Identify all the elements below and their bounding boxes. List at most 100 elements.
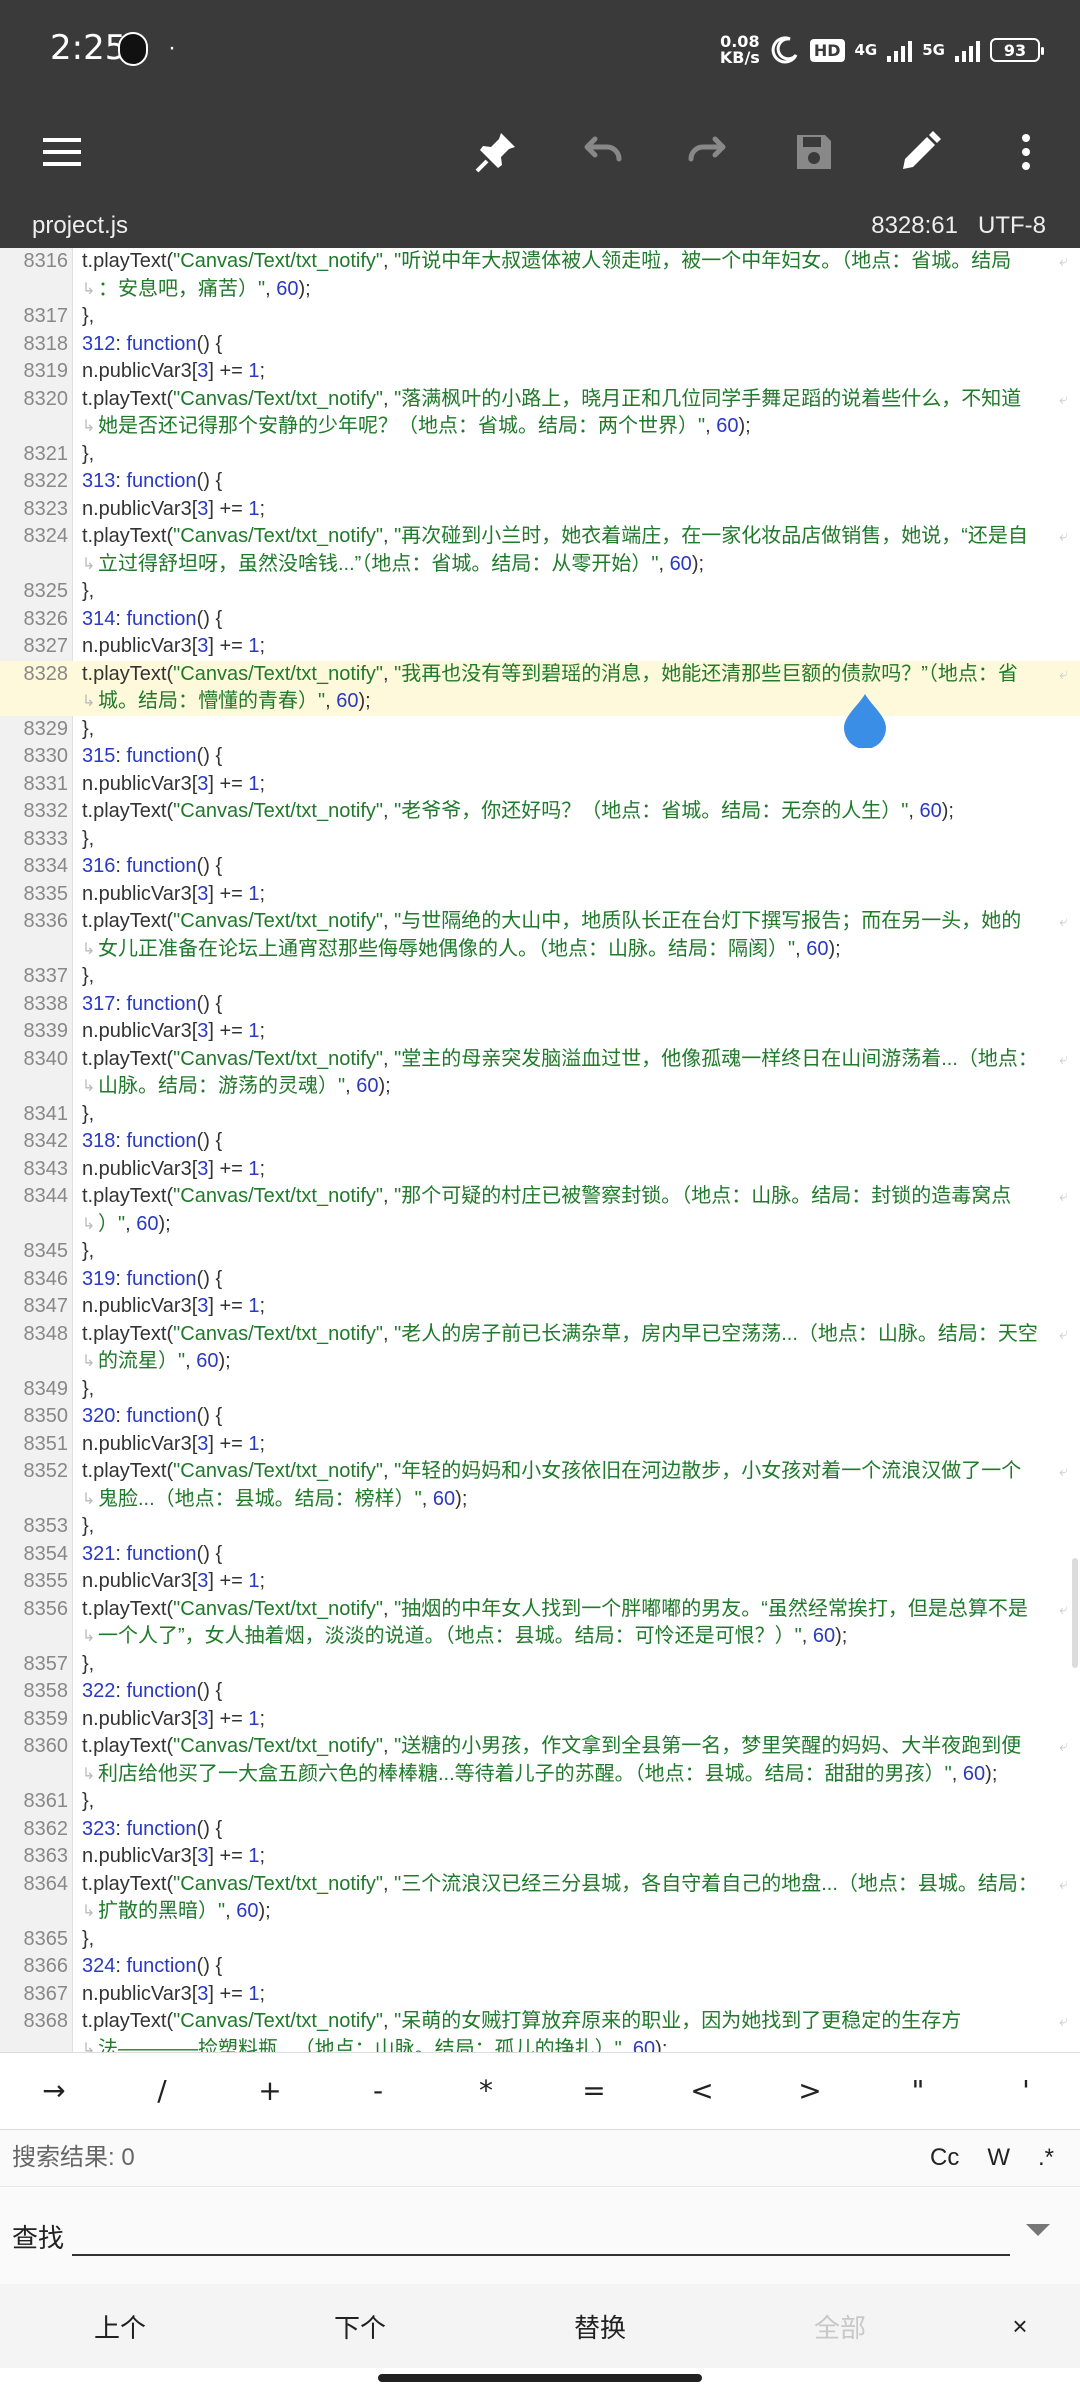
regex-toggle[interactable]: .* [1038, 2130, 1054, 2186]
code-line[interactable]: 8346 319: function() { [0, 1266, 1080, 1294]
code-line[interactable]: 8364 t.playText("Canvas/Text/txt_notify",… [0, 1871, 1080, 1899]
code-line[interactable]: 8349}, [0, 1376, 1080, 1404]
symbol-key[interactable]: + [216, 2053, 324, 2129]
code-line[interactable]: 8323 n.publicVar3[3] += 1; [0, 496, 1080, 524]
code-line[interactable]: 8353}, [0, 1513, 1080, 1541]
symbol-key[interactable]: ' [972, 2053, 1080, 2129]
code-line[interactable]: 8322 313: function() { [0, 468, 1080, 496]
symbol-key[interactable]: > [756, 2053, 864, 2129]
code-line[interactable]: 8351 n.publicVar3[3] += 1; [0, 1431, 1080, 1459]
editor-toolbar [0, 100, 1080, 204]
code-line[interactable]: 8334 316: function() { [0, 853, 1080, 881]
prev-button[interactable]: 上个 [0, 2308, 240, 2345]
file-name[interactable]: project.js [32, 204, 128, 248]
replace-button[interactable]: 替换 [480, 2308, 720, 2345]
code-line[interactable]: 8357}, [0, 1651, 1080, 1679]
code-line[interactable]: 8318 312: function() { [0, 331, 1080, 359]
code-line[interactable]: 8343 n.publicVar3[3] += 1; [0, 1156, 1080, 1184]
code-line[interactable]: 8317}, [0, 303, 1080, 331]
symbol-key[interactable]: < [648, 2053, 756, 2129]
code-line[interactable]: 8348 t.playText("Canvas/Text/txt_notify",… [0, 1321, 1080, 1349]
code-line[interactable]: 8327 n.publicVar3[3] += 1; [0, 633, 1080, 661]
code-editor[interactable]: 8316 t.playText("Canvas/Text/txt_notify",… [0, 248, 1080, 2052]
whole-word-toggle[interactable]: W [987, 2130, 1010, 2186]
code-line[interactable]: 8329}, [0, 716, 1080, 744]
code-line[interactable]: ↳ 的流星）", 60); [0, 1348, 1080, 1376]
code-line[interactable]: 8352 t.playText("Canvas/Text/txt_notify",… [0, 1458, 1080, 1486]
code-line[interactable]: 8320 t.playText("Canvas/Text/txt_notify",… [0, 386, 1080, 414]
code-line[interactable]: 8350 320: function() { [0, 1403, 1080, 1431]
code-line[interactable]: 8347 n.publicVar3[3] += 1; [0, 1293, 1080, 1321]
text-cursor-handle[interactable] [842, 692, 888, 748]
undo-button[interactable] [572, 122, 632, 182]
code-line[interactable]: 8345}, [0, 1238, 1080, 1266]
code-line[interactable]: ↳ 利店给他买了一大盒五颜六色的棒棒糖...等待着儿子的苏醒。（地点：县城。结局：… [0, 1761, 1080, 1789]
code-line[interactable]: 8324 t.playText("Canvas/Text/txt_notify",… [0, 523, 1080, 551]
code-line[interactable]: 8340 t.playText("Canvas/Text/txt_notify",… [0, 1046, 1080, 1074]
find-input[interactable] [72, 2208, 1010, 2256]
code-line[interactable]: 8336 t.playText("Canvas/Text/txt_notify",… [0, 908, 1080, 936]
code-line[interactable]: 8367 n.publicVar3[3] += 1; [0, 1981, 1080, 2009]
symbol-key[interactable]: - [324, 2053, 432, 2129]
code-number: 1 [248, 772, 260, 795]
code-op: ] += [208, 497, 249, 520]
code-line[interactable]: 8337}, [0, 963, 1080, 991]
pin-button[interactable] [466, 122, 526, 182]
code-line[interactable]: 8363 n.publicVar3[3] += 1; [0, 1843, 1080, 1871]
redo-button[interactable] [678, 122, 738, 182]
code-line[interactable]: ↳ 法————捡塑料瓶...（地点：山脉。结局：孤儿的挣扎）", 60); [0, 2036, 1080, 2053]
code-line[interactable]: 8325}, [0, 578, 1080, 606]
code-line[interactable]: 8355 n.publicVar3[3] += 1; [0, 1568, 1080, 1596]
code-line[interactable]: 8316 t.playText("Canvas/Text/txt_notify",… [0, 248, 1080, 276]
code-line[interactable]: 8366 324: function() { [0, 1953, 1080, 1981]
code-line[interactable]: ↳ 她是否还记得那个安静的少年呢？（地点：省城。结局：两个世界）", 60); [0, 413, 1080, 441]
code-line[interactable]: ↳ 山脉。结局：游荡的灵魂）", 60); [0, 1073, 1080, 1101]
code-line[interactable]: ↳ 一个人了”，女人抽着烟，淡淡的说道。（地点：县城。结局：可怜还是可恨？）", … [0, 1623, 1080, 1651]
more-button[interactable] [996, 122, 1056, 182]
code-line[interactable]: ↳ 城。结局：懵懂的青春）", 60); [0, 688, 1080, 716]
symbol-key[interactable]: → [0, 2053, 108, 2129]
code-line[interactable]: 8319 n.publicVar3[3] += 1; [0, 358, 1080, 386]
edit-button[interactable] [890, 122, 950, 182]
home-indicator[interactable] [378, 2374, 702, 2382]
code-line[interactable]: 8359 n.publicVar3[3] += 1; [0, 1706, 1080, 1734]
code-line[interactable]: 8362 323: function() { [0, 1816, 1080, 1844]
code-line[interactable]: 8360 t.playText("Canvas/Text/txt_notify",… [0, 1733, 1080, 1761]
code-line[interactable]: 8361}, [0, 1788, 1080, 1816]
code-line[interactable]: 8330 315: function() { [0, 743, 1080, 771]
code-line[interactable]: 8356 t.playText("Canvas/Text/txt_notify",… [0, 1596, 1080, 1624]
code-line[interactable]: ↳ ：安息吧，痛苦）", 60); [0, 276, 1080, 304]
code-line[interactable]: 8354 321: function() { [0, 1541, 1080, 1569]
code-line[interactable]: 8368 t.playText("Canvas/Text/txt_notify",… [0, 2008, 1080, 2036]
code-line[interactable]: 8342 318: function() { [0, 1128, 1080, 1156]
symbol-key[interactable]: = [540, 2053, 648, 2129]
chevron-down-icon[interactable] [1026, 2224, 1050, 2236]
code-line[interactable]: 8365}, [0, 1926, 1080, 1954]
code-line[interactable]: 8328 t.playText("Canvas/Text/txt_notify",… [0, 660, 1080, 688]
code-line[interactable]: ↳ ）", 60); [0, 1211, 1080, 1239]
menu-button[interactable] [32, 122, 92, 182]
code-line[interactable]: 8332 t.playText("Canvas/Text/txt_notify",… [0, 798, 1080, 826]
code-line[interactable]: 8338 317: function() { [0, 991, 1080, 1019]
code-line[interactable]: ↳ 女儿正准备在论坛上通宵怼那些侮辱她偶像的人。（地点：山脉。结局：隔阂）", 6… [0, 936, 1080, 964]
code-line[interactable]: 8335 n.publicVar3[3] += 1; [0, 881, 1080, 909]
save-button[interactable] [784, 122, 844, 182]
close-search-button[interactable]: × [960, 2311, 1080, 2342]
code-line[interactable]: 8321}, [0, 441, 1080, 469]
code-line[interactable]: 8341}, [0, 1101, 1080, 1129]
replace-all-button[interactable]: 全部 [720, 2308, 960, 2345]
code-line[interactable]: 8326 314: function() { [0, 606, 1080, 634]
match-case-toggle[interactable]: Cc [930, 2130, 959, 2186]
code-line[interactable]: ↳ 扩散的黑暗）", 60); [0, 1898, 1080, 1926]
symbol-key[interactable]: * [432, 2053, 540, 2129]
symbol-key[interactable]: " [864, 2053, 972, 2129]
code-line[interactable]: 8339 n.publicVar3[3] += 1; [0, 1018, 1080, 1046]
code-line[interactable]: ↳ 立过得舒坦呀，虽然没啥钱...”（地点：省城。结局：从零开始）", 60); [0, 551, 1080, 579]
code-line[interactable]: ↳ 鬼脸...（地点：县城。结局：榜样）", 60); [0, 1486, 1080, 1514]
next-button[interactable]: 下个 [240, 2308, 480, 2345]
code-line[interactable]: 8358 322: function() { [0, 1678, 1080, 1706]
code-line[interactable]: 8331 n.publicVar3[3] += 1; [0, 771, 1080, 799]
code-line[interactable]: 8333}, [0, 826, 1080, 854]
code-line[interactable]: 8344 t.playText("Canvas/Text/txt_notify",… [0, 1183, 1080, 1211]
symbol-key[interactable]: / [108, 2053, 216, 2129]
